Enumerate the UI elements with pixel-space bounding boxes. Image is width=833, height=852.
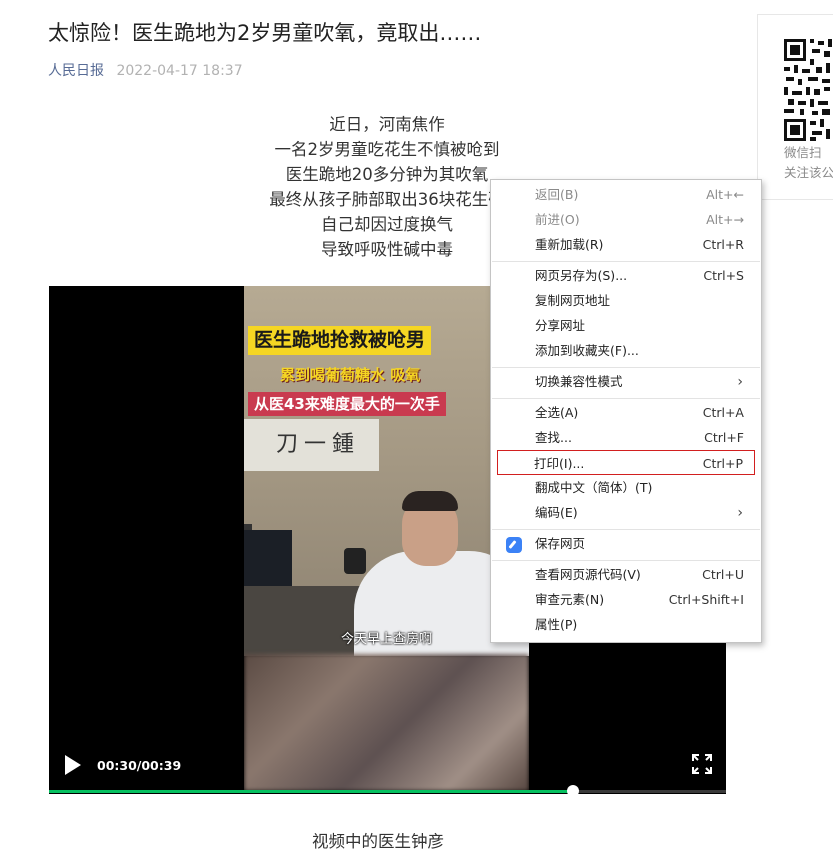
- video-subtitle: 今天早上查房啊: [340, 632, 432, 647]
- qr-caption-line: 微信扫: [784, 145, 822, 160]
- doctor-hair: [402, 491, 458, 511]
- article-title: 太惊险！医生跪地为2岁男童吹氧，竟取出……: [48, 21, 482, 45]
- menu-item-translate[interactable]: 翻成中文（简体）(T): [491, 477, 761, 499]
- blurred-region: [244, 654, 529, 791]
- menu-item-encoding[interactable]: 编码(E) ›: [491, 502, 761, 524]
- menu-item-inspect[interactable]: 审查元素(N) Ctrl+Shift+I: [491, 589, 761, 611]
- qr-panel: 微信扫 关注该公: [757, 14, 833, 200]
- article-date: 2022-04-17 18:37: [116, 63, 243, 79]
- menu-separator: [492, 398, 760, 399]
- microphone: [344, 548, 366, 574]
- chevron-right-icon: ›: [737, 505, 743, 521]
- video-caption-banner: 医生跪地抢救被呛男: [248, 326, 432, 355]
- menu-separator: [492, 367, 760, 368]
- video-time: 00:30/00:39: [97, 758, 182, 773]
- qr-caption-line: 关注该公: [784, 165, 833, 180]
- menu-item-save-as[interactable]: 网页另存为(S)... Ctrl+S: [491, 265, 761, 287]
- menu-separator: [492, 529, 760, 530]
- menu-item-copy-url[interactable]: 复制网页地址: [491, 290, 761, 312]
- menu-item-forward[interactable]: 前进(O) Alt+→: [491, 209, 761, 231]
- menu-item-add-favorite[interactable]: 添加到收藏夹(F)...: [491, 340, 761, 362]
- menu-item-compat-mode[interactable]: 切换兼容性模式 ›: [491, 371, 761, 393]
- play-icon[interactable]: [65, 755, 81, 775]
- video-caption-banner: 从医43来难度最大的一次手: [248, 392, 446, 416]
- menu-item-find[interactable]: 查找... Ctrl+F: [491, 427, 761, 449]
- chevron-right-icon: ›: [737, 374, 743, 390]
- menu-item-share-url[interactable]: 分享网址: [491, 315, 761, 337]
- body-line: 一名2岁男童吃花生不慎被呛到: [274, 140, 500, 159]
- article-meta: 人民日报 2022-04-17 18:37: [48, 60, 243, 80]
- calligraphy-text: 刀一鍾: [276, 432, 361, 457]
- qr-code-graphic: [782, 37, 833, 143]
- video-progress-knob[interactable]: [566, 785, 579, 794]
- body-line: 近日，河南焦作: [329, 115, 445, 134]
- article-source-link[interactable]: 人民日报: [48, 63, 104, 79]
- menu-item-save-page[interactable]: 保存网页: [491, 533, 761, 555]
- fullscreen-icon[interactable]: [692, 754, 712, 774]
- menu-separator: [492, 261, 760, 262]
- article-paragraph: 视频中的医生钟彦: [312, 832, 444, 851]
- menu-item-back[interactable]: 返回(B) Alt+←: [491, 184, 761, 206]
- menu-separator: [492, 560, 760, 561]
- menu-item-reload[interactable]: 重新加载(R) Ctrl+R: [491, 234, 761, 256]
- video-frame: 刀一鍾 医生跪地抢救被呛男 累到喝葡萄糖水 吸氧 从医43来难度最大的一次手 今…: [244, 286, 529, 791]
- video-progress-bar[interactable]: [49, 785, 726, 794]
- menu-item-view-source[interactable]: 查看网页源代码(V) Ctrl+U: [491, 564, 761, 586]
- monitor: [244, 530, 292, 590]
- save-page-icon: [506, 537, 522, 553]
- menu-item-properties[interactable]: 属性(P): [491, 614, 761, 636]
- menu-item-select-all[interactable]: 全选(A) Ctrl+A: [491, 402, 761, 424]
- menu-item-print[interactable]: 打印(I)... Ctrl+P: [497, 450, 755, 475]
- qr-code: [782, 37, 833, 143]
- context-menu: 返回(B) Alt+← 前进(O) Alt+→ 重新加载(R) Ctrl+R 网页另存…: [490, 179, 762, 643]
- video-caption-banner: 累到喝葡萄糖水 吸氧: [280, 366, 421, 384]
- video-progress-fill: [49, 790, 573, 793]
- qr-caption: 微信扫 关注该公: [784, 143, 833, 183]
